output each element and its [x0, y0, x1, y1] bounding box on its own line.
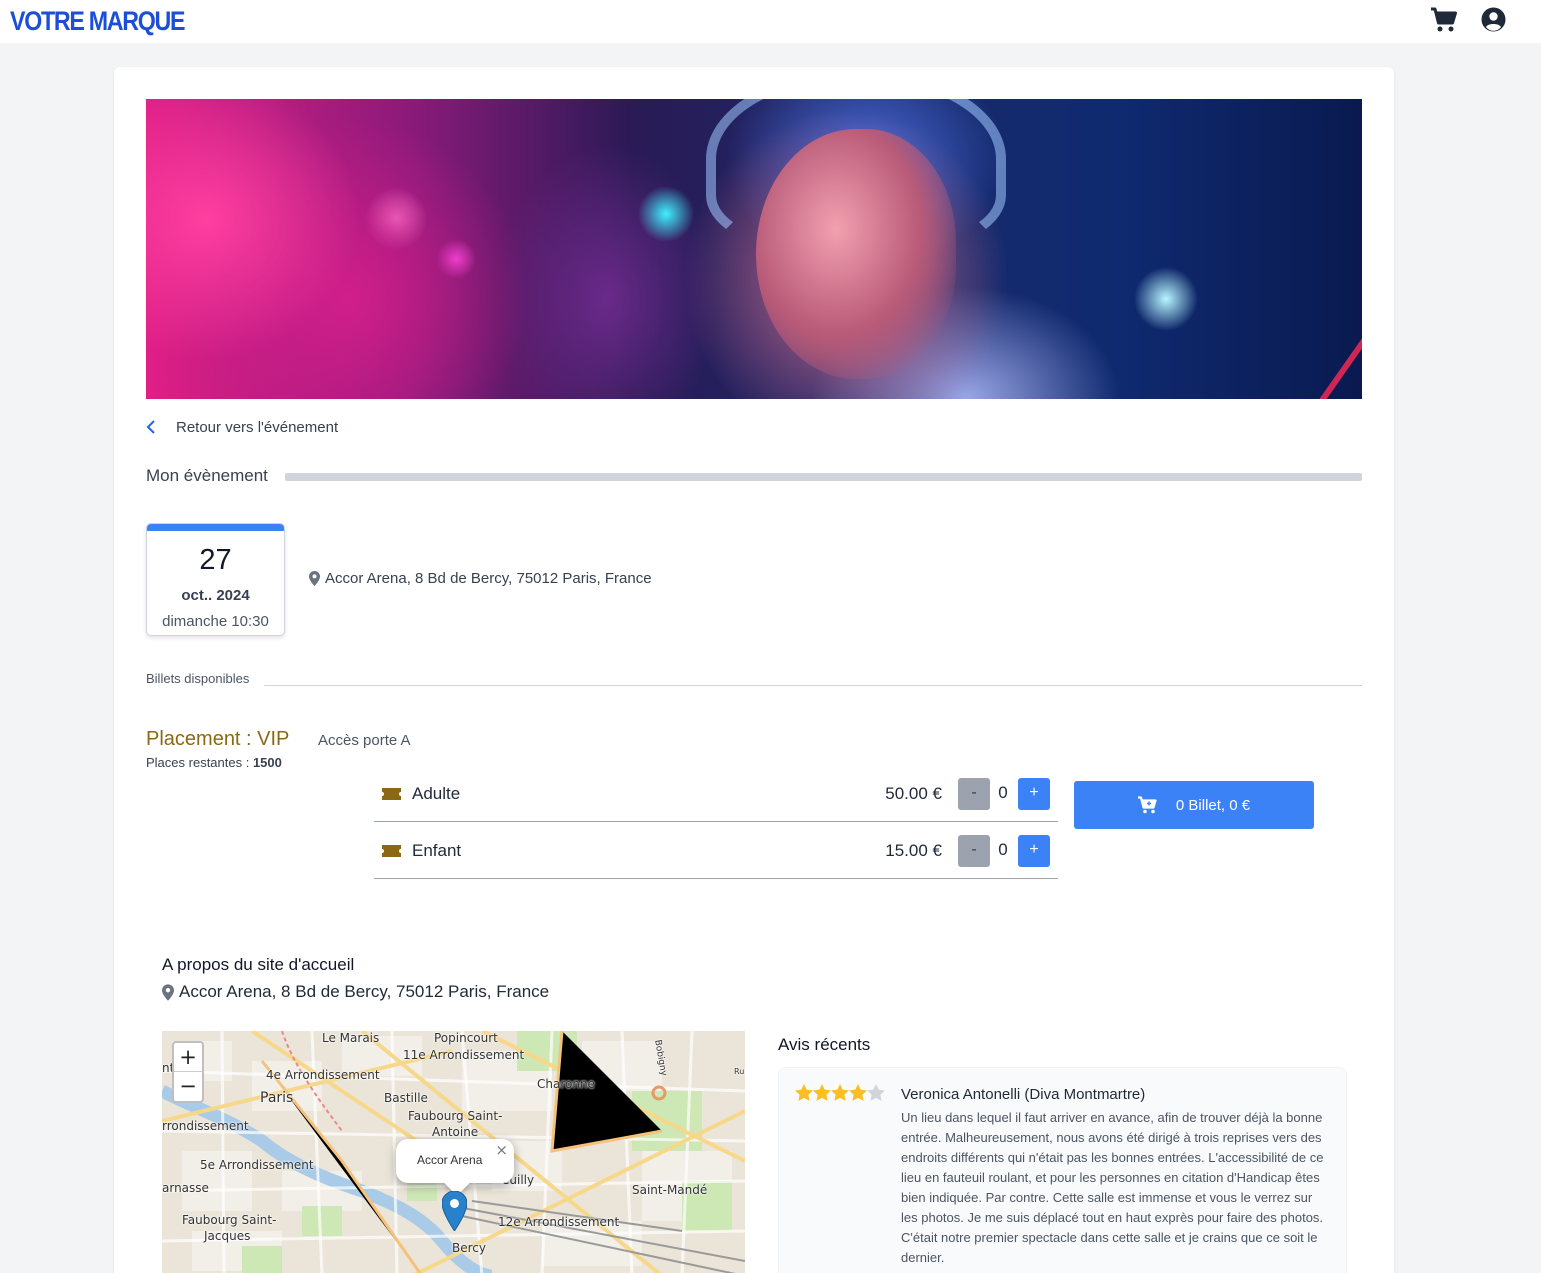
map-label: arnasse: [162, 1181, 209, 1195]
zoom-in-button[interactable]: +: [174, 1043, 202, 1072]
reviews-title: Avis récents: [778, 1035, 871, 1054]
map-label: 5e Arrondissement: [200, 1158, 314, 1172]
decrease-quantity-button[interactable]: -: [958, 778, 990, 810]
event-date-card: 27 oct.. 2024 dimanche 10:30: [146, 523, 285, 636]
map-label: rrondissement: [162, 1119, 249, 1133]
map-popup-text: Accor Arena: [417, 1153, 483, 1167]
increase-quantity-button[interactable]: +: [1018, 835, 1050, 867]
event-card: Retour vers l'événement Mon évènement 27…: [114, 67, 1394, 1273]
ticket-row-adulte: Adulte 50.00 € - 0 +: [374, 765, 1058, 822]
decrease-quantity-button[interactable]: -: [958, 835, 990, 867]
section-divider: [285, 473, 1362, 481]
review-text: Un lieu dans lequel il faut arriver en a…: [901, 1110, 1324, 1265]
ticket-name: Enfant: [412, 841, 462, 860]
map-label: Charonne: [537, 1077, 595, 1091]
ticket-quantity: 0: [998, 783, 1008, 802]
tickets-section-label: Billets disponibles: [146, 671, 250, 686]
map-marker-icon[interactable]: [442, 1191, 467, 1231]
venue-title: A propos du site d'accueil: [162, 955, 355, 974]
user-circle-icon[interactable]: [1481, 7, 1506, 32]
ticket-quantity: 0: [998, 840, 1008, 859]
star-rating: [795, 1084, 885, 1101]
star-filled-icon: [795, 1084, 813, 1101]
brand-logo[interactable]: VOTRE MARQUE: [10, 6, 185, 37]
map-label: Antoine: [432, 1125, 479, 1139]
map-label: Le Marais: [322, 1031, 380, 1045]
access-door: Accès porte A: [318, 732, 411, 749]
star-filled-icon: [813, 1084, 831, 1101]
map-label: Paris: [260, 1090, 294, 1106]
add-to-cart-button[interactable]: 0 Billet, 0 €: [1074, 781, 1314, 829]
map-label: 12e Arrondissement: [498, 1215, 620, 1229]
map-label: Saint-Mandé: [632, 1183, 708, 1197]
remaining-places-value: 1500: [252, 755, 282, 770]
placement-title: Placement : VIP: [146, 728, 290, 750]
map-label: Bercy: [452, 1241, 486, 1255]
increase-quantity-button[interactable]: +: [1018, 778, 1050, 810]
map-label: Faubourg Saint-: [182, 1213, 277, 1227]
top-navbar: VOTRE MARQUE: [0, 0, 1541, 43]
star-empty-icon: [867, 1084, 885, 1101]
ticket-icon: [382, 845, 401, 857]
cart-icon[interactable]: [1430, 7, 1458, 33]
map-label: Popincourt: [434, 1031, 498, 1045]
ticket-icon: [382, 788, 401, 800]
back-link-label: Retour vers l'événement: [176, 418, 339, 436]
event-address: Accor Arena, 8 Bd de Bercy, 75012 Paris,…: [309, 570, 652, 587]
star-filled-icon: [831, 1084, 849, 1101]
event-weekday-time: dimanche 10:30: [162, 613, 269, 630]
event-day: 27: [199, 544, 232, 576]
review-author: Veronica Antonelli (Diva Montmartre): [901, 1086, 1146, 1103]
ticket-name: Adulte: [412, 784, 461, 803]
map-zoom-control: + −: [172, 1041, 204, 1103]
map-label: Jacques: [204, 1229, 251, 1243]
map-pin-icon: [309, 571, 320, 586]
event-section-title: Mon évènement: [146, 466, 268, 485]
ticket-price: 50.00 €: [885, 784, 942, 803]
ticket-row-enfant: Enfant 15.00 € - 0 +: [374, 822, 1058, 879]
close-icon[interactable]: ×: [495, 1141, 508, 1159]
cart-icon: [1137, 796, 1157, 814]
venue-address: Accor Arena, 8 Bd de Bercy, 75012 Paris,…: [162, 982, 549, 1002]
venue-address-text: Accor Arena, 8 Bd de Bercy, 75012 Paris,…: [179, 982, 550, 1001]
map-label: Bastille: [384, 1091, 428, 1105]
event-month-year: oct.. 2024: [181, 587, 250, 604]
ticket-price: 15.00 €: [885, 841, 942, 860]
remaining-places: Places restantes : 1500: [146, 755, 282, 770]
chevron-left-icon: [146, 420, 155, 434]
zoom-out-button[interactable]: −: [174, 1072, 202, 1101]
add-to-cart-label: 0 Billet, 0 €: [1175, 796, 1251, 814]
review-card: Veronica Antonelli (Diva Montmartre) Un …: [778, 1067, 1347, 1273]
back-link[interactable]: Retour vers l'événement: [146, 417, 338, 437]
map-label: 11e Arrondissement: [403, 1048, 525, 1062]
event-banner-image: [146, 99, 1362, 399]
venue-map[interactable]: Le Marais Popincourt 11e Arrondissement …: [162, 1031, 745, 1273]
event-address-text: Accor Arena, 8 Bd de Bercy, 75012 Paris,…: [325, 570, 652, 587]
star-filled-icon: [849, 1084, 867, 1101]
tickets-divider: [264, 685, 1362, 686]
map-label: 4e Arrondissement: [266, 1068, 380, 1082]
map-label: Ru: [734, 1067, 745, 1076]
map-label: Faubourg Saint-: [408, 1109, 503, 1123]
map-pin-icon: [162, 983, 174, 1001]
map-popup: Accor Arena ×: [396, 1139, 514, 1196]
